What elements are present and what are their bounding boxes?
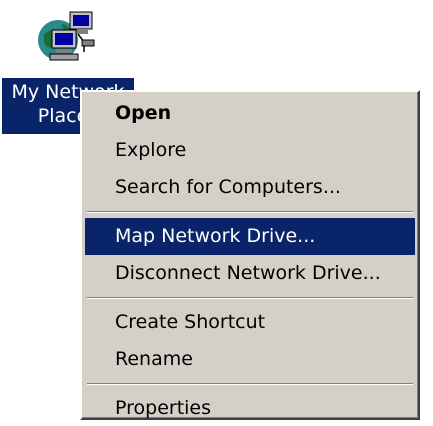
menu-item-rename[interactable]: Rename [85, 341, 415, 378]
menu-item-map-network-drive[interactable]: Map Network Drive... [85, 218, 415, 255]
menu-separator [85, 206, 415, 218]
menu-item-open[interactable]: Open [85, 95, 415, 132]
network-computers-icon [38, 11, 95, 61]
menu-separator [85, 292, 415, 304]
menu-item-disconnect-network-drive[interactable]: Disconnect Network Drive... [85, 255, 415, 292]
desktop: My Network Places Open Explore Search for … [0, 0, 433, 426]
menu-separator [85, 378, 415, 390]
menu-item-explore[interactable]: Explore [85, 132, 415, 169]
menu-item-create-shortcut[interactable]: Create Shortcut [85, 304, 415, 341]
menu-item-properties[interactable]: Properties [85, 390, 415, 426]
context-menu: Open Explore Search for Computers... Map Ne… [80, 90, 420, 420]
menu-item-search-for-computers[interactable]: Search for Computers... [85, 169, 415, 206]
